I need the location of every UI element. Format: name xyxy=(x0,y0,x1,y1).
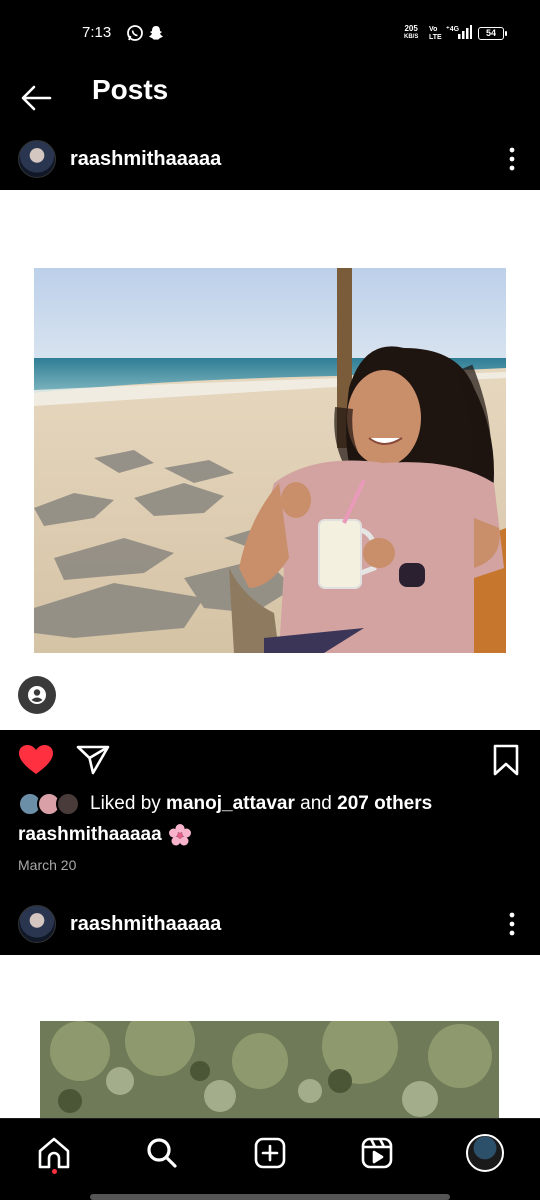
post-caption: raashmithaaaaa xyxy=(18,823,192,847)
likes-summary[interactable]: Liked by manoj_attavar and 207 others xyxy=(18,790,432,818)
status-time: 7:13 xyxy=(82,24,112,41)
save-button[interactable] xyxy=(492,744,520,776)
post-date: March 20 xyxy=(18,857,77,873)
snapchat-icon xyxy=(149,26,163,40)
page-title: Posts xyxy=(92,74,169,105)
more-options-button[interactable] xyxy=(502,145,522,173)
post-media[interactable] xyxy=(0,190,540,730)
post-actions xyxy=(0,730,540,790)
volte-indicator: Vo LTE xyxy=(429,26,442,41)
liked-by-prefix: Liked by xyxy=(90,793,167,814)
more-options-button[interactable] xyxy=(502,910,522,938)
create-icon xyxy=(254,1137,286,1169)
cherry-blossom-icon xyxy=(168,824,191,846)
post-header: raashmithaaaaa xyxy=(0,128,540,190)
avatar[interactable] xyxy=(18,140,56,178)
bookmark-icon xyxy=(493,744,519,776)
svg-text:⁺4G: ⁺4G xyxy=(446,26,460,33)
more-vertical-icon xyxy=(509,912,515,936)
create-button[interactable] xyxy=(248,1131,292,1175)
heart-filled-icon xyxy=(19,745,53,774)
like-button[interactable] xyxy=(18,744,54,776)
search-icon xyxy=(147,1138,177,1168)
more-vertical-icon xyxy=(509,147,515,171)
caption-username[interactable]: raashmithaaaaa xyxy=(18,824,162,846)
avatar xyxy=(56,792,80,816)
liker-avatars xyxy=(18,791,84,817)
liked-by-others[interactable]: 207 others xyxy=(337,793,432,815)
post-photo[interactable] xyxy=(34,268,506,653)
bottom-navigation xyxy=(0,1118,540,1200)
post-username[interactable]: raashmithaaaaa xyxy=(70,913,221,936)
reels-button[interactable] xyxy=(355,1131,399,1175)
signal-icon: ⁺4G xyxy=(446,25,472,39)
notification-dot xyxy=(52,1169,57,1174)
home-icon xyxy=(38,1137,70,1169)
back-button[interactable] xyxy=(16,74,56,114)
share-button[interactable] xyxy=(76,744,110,776)
liked-by-and: and xyxy=(294,793,338,814)
post-media[interactable] xyxy=(0,955,540,1118)
tagged-people-button[interactable] xyxy=(18,676,56,714)
home-indicator xyxy=(90,1194,450,1200)
search-button[interactable] xyxy=(140,1131,184,1175)
whatsapp-icon xyxy=(127,25,143,41)
status-bar: 7:13 205 KB/S Vo LTE ⁺4G 54 xyxy=(0,0,540,66)
network-speed: 205 KB/S xyxy=(404,24,419,40)
profile-avatar[interactable] xyxy=(466,1134,504,1172)
app-header: Posts xyxy=(0,66,540,126)
battery-icon: 54 xyxy=(478,27,507,40)
post-username[interactable]: raashmithaaaaa xyxy=(70,148,221,171)
post-photo[interactable] xyxy=(40,1021,499,1118)
reels-icon xyxy=(361,1137,393,1169)
post-header: raashmithaaaaa xyxy=(0,893,540,955)
arrow-left-icon xyxy=(21,85,52,111)
liked-by-user[interactable]: manoj_attavar xyxy=(166,793,295,815)
user-tag-icon xyxy=(28,686,46,704)
paper-plane-icon xyxy=(76,745,110,775)
avatar[interactable] xyxy=(18,905,56,943)
